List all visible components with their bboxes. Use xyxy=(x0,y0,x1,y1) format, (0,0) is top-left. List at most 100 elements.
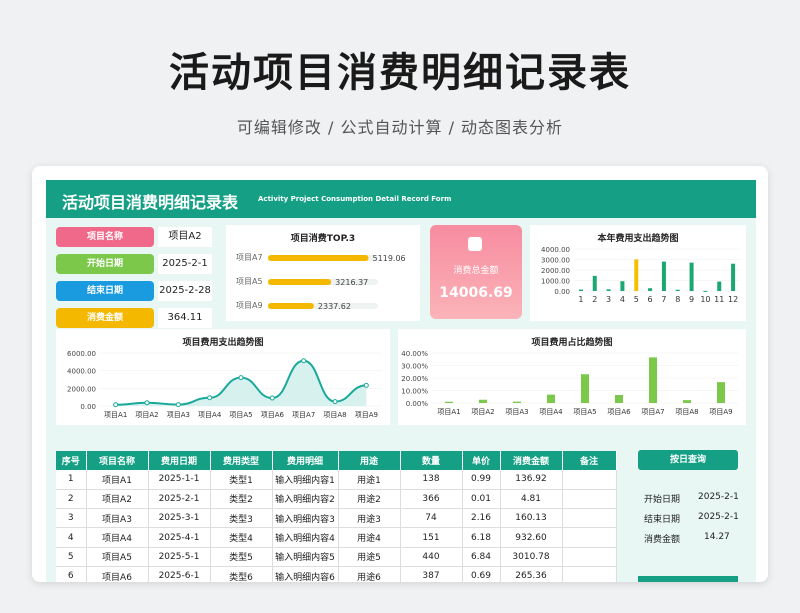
table-cell[interactable]: 2 xyxy=(56,489,87,510)
info-value-project[interactable]: 项目A2 xyxy=(158,227,212,247)
table-cell[interactable]: 265.36 xyxy=(500,566,563,582)
col-header: 费用类型 xyxy=(210,451,273,470)
ratio-xtick: 项目A2 xyxy=(471,408,494,416)
table-cell[interactable] xyxy=(562,508,617,529)
page-title: 活动项目消费明细记录表 xyxy=(169,50,631,96)
table-cell[interactable]: 366 xyxy=(400,489,463,510)
top3-panel: 项目消费TOP.3 项目A7 5119.06 项目A5 3216.37 项目A9 2337… xyxy=(226,225,420,321)
table-cell[interactable]: 项目A2 xyxy=(86,489,149,510)
table-cell[interactable]: 用途1 xyxy=(338,470,401,490)
table-cell[interactable]: 2025-2-1 xyxy=(148,489,211,510)
table-cell[interactable]: 0.69 xyxy=(462,566,501,582)
secondary-query-tab[interactable] xyxy=(638,576,738,582)
ratio-xtick: 项目A9 xyxy=(709,408,732,416)
query-end-value[interactable]: 2025-2-1 xyxy=(698,512,739,522)
query-by-date-tab[interactable]: 按日查询 xyxy=(638,450,738,470)
trend-chart-panel: 项目费用支出趋势图 6000.00 4000.00 2000.00 0.00 项目A1 项… xyxy=(56,329,390,425)
table-cell[interactable]: 输入明细内容3 xyxy=(272,508,339,529)
trend-point xyxy=(238,375,244,381)
ratio-xtick: 项目A3 xyxy=(505,408,528,416)
table-cell[interactable]: 类型5 xyxy=(210,547,273,567)
info-label-end: 结束日期 xyxy=(56,281,154,301)
table-cell[interactable] xyxy=(562,547,617,567)
ratio-xtick: 项目A4 xyxy=(539,408,563,416)
table-cell[interactable]: 输入明细内容5 xyxy=(272,547,339,567)
table-cell[interactable]: 项目A3 xyxy=(86,508,149,529)
table-cell[interactable]: 用途4 xyxy=(338,527,401,548)
table-cell[interactable]: 0.01 xyxy=(462,489,501,510)
table-cell[interactable]: 151 xyxy=(400,527,463,548)
table-cell[interactable]: 6.18 xyxy=(462,527,501,548)
annual-chart-panel: 本年费用支出趋势图 4000.00 3000.00 2000.00 1000.00 0.… xyxy=(530,225,746,321)
table-cell[interactable]: 2025-6-1 xyxy=(148,566,211,582)
info-value-start[interactable]: 2025-2-1 xyxy=(158,254,212,274)
table-cell[interactable]: 项目A6 xyxy=(86,566,149,582)
total-label: 消费总金额 xyxy=(453,266,499,276)
table-cell[interactable]: 0.99 xyxy=(462,470,501,490)
table-cell[interactable]: 2025-4-1 xyxy=(148,527,211,548)
table-cell[interactable]: 6.84 xyxy=(462,547,501,567)
table-cell[interactable]: 输入明细内容4 xyxy=(272,527,339,548)
annual-xtick: 2 xyxy=(592,295,597,304)
table-cell[interactable]: 类型6 xyxy=(210,566,273,582)
query-start-label: 开始日期 xyxy=(644,495,681,505)
table-cell[interactable]: 类型2 xyxy=(210,489,273,510)
table-cell[interactable]: 项目A5 xyxy=(86,547,149,567)
query-start-value[interactable]: 2025-2-1 xyxy=(698,492,739,502)
col-header: 序号 xyxy=(56,451,87,470)
table-cell[interactable]: 6 xyxy=(56,566,87,582)
table-cell[interactable] xyxy=(562,470,617,490)
table-cell[interactable]: 4.81 xyxy=(500,489,563,510)
table-cell[interactable]: 1 xyxy=(56,470,87,490)
query-amount-label: 消费金额 xyxy=(644,535,681,545)
table-row: 2 项目A2 2025-2-1 类型2 输入明细内容2 用途2 366 0.01 4.81 xyxy=(56,489,617,510)
info-value-amount[interactable]: 364.11 xyxy=(158,308,212,328)
trend-xtick: 项目A9 xyxy=(355,411,378,419)
table-cell[interactable]: 项目A4 xyxy=(86,527,149,548)
table-cell[interactable]: 类型4 xyxy=(210,527,273,548)
table-cell[interactable]: 136.92 xyxy=(500,470,563,490)
table-cell[interactable]: 4 xyxy=(56,527,87,548)
info-value-end[interactable]: 2025-2-28 xyxy=(158,281,212,301)
table-cell[interactable]: 138 xyxy=(400,470,463,490)
col-header: 数量 xyxy=(400,451,463,470)
table-cell[interactable]: 用途2 xyxy=(338,489,401,510)
info-label-project: 项目名称 xyxy=(56,227,154,247)
table-cell[interactable] xyxy=(562,489,617,510)
annual-bar xyxy=(634,259,639,291)
top3-name: 项目A7 xyxy=(236,253,263,262)
table-cell[interactable]: 输入明细内容6 xyxy=(272,566,339,582)
top3-value: 5119.06 xyxy=(373,254,406,263)
table-cell[interactable]: 用途3 xyxy=(338,508,401,529)
table-cell[interactable]: 输入明细内容1 xyxy=(272,470,339,490)
table-cell[interactable]: 2.16 xyxy=(462,508,501,529)
trend-xtick: 项目A5 xyxy=(229,411,252,419)
table-cell[interactable]: 2025-1-1 xyxy=(148,470,211,490)
table-cell[interactable]: 5 xyxy=(56,547,87,567)
table-cell[interactable]: 3 xyxy=(56,508,87,529)
total-amount-card: 消费总金额 14006.69 xyxy=(430,225,522,319)
annual-bar xyxy=(648,288,653,291)
table-cell[interactable]: 74 xyxy=(400,508,463,529)
table-cell[interactable]: 用途6 xyxy=(338,566,401,582)
table-cell[interactable]: 387 xyxy=(400,566,463,582)
table-row: 4 项目A4 2025-4-1 类型4 输入明细内容4 用途4 151 6.18 932.60 xyxy=(56,527,617,548)
table-body: 1 项目A1 2025-1-1 类型1 输入明细内容1 用途1 138 0.99 136.92 2… xyxy=(56,470,617,582)
table-cell[interactable]: 输入明细内容2 xyxy=(272,489,339,510)
table-cell[interactable]: 440 xyxy=(400,547,463,567)
table-cell[interactable]: 160.13 xyxy=(500,508,563,529)
table-cell[interactable]: 2025-5-1 xyxy=(148,547,211,567)
table-cell[interactable]: 项目A1 xyxy=(86,470,149,490)
table-cell[interactable]: 用途5 xyxy=(338,547,401,567)
table-cell[interactable]: 3010.78 xyxy=(500,547,563,567)
trend-xtick: 项目A7 xyxy=(292,411,315,419)
table-cell[interactable]: 类型1 xyxy=(210,470,273,490)
table-cell[interactable]: 932.60 xyxy=(500,527,563,548)
table-cell[interactable] xyxy=(562,527,617,548)
query-amount-value: 14.27 xyxy=(704,532,730,542)
table-cell[interactable]: 类型3 xyxy=(210,508,273,529)
table-cell[interactable] xyxy=(562,566,617,582)
annual-bar xyxy=(620,281,625,291)
table-cell[interactable]: 2025-3-1 xyxy=(148,508,211,529)
annual-ytick: 3000.00 xyxy=(541,257,570,265)
